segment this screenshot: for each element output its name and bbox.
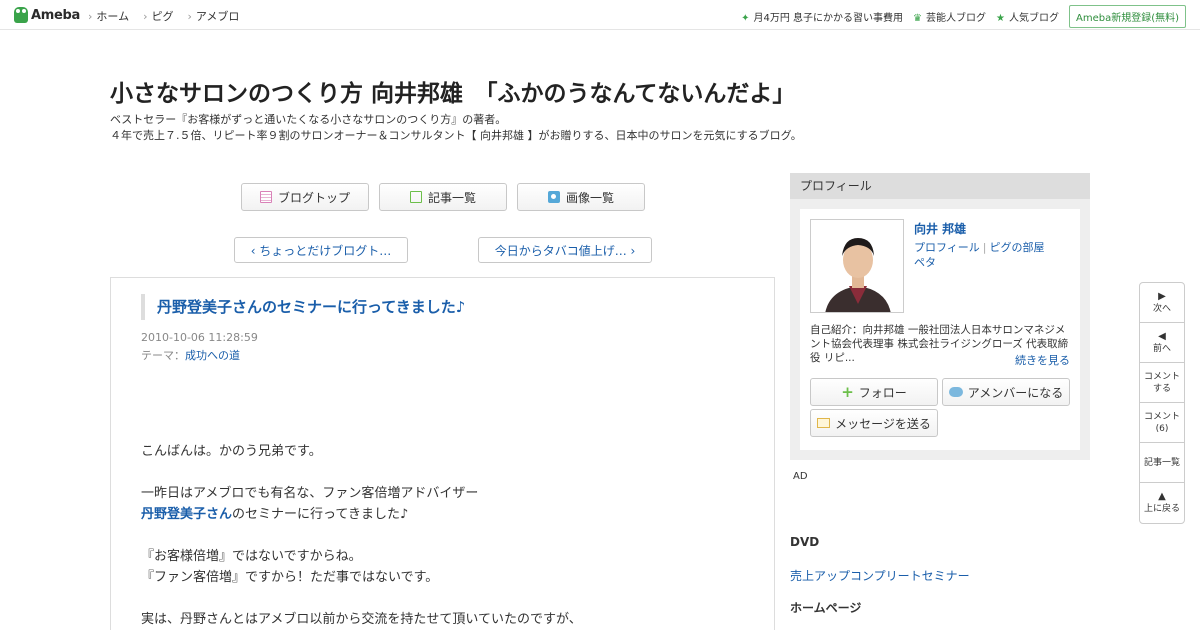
article: 丹野登美子さんのセミナーに行ってきました♪ 2010-10-06 11:28:5… bbox=[110, 277, 775, 630]
logo-text: Ameba bbox=[31, 7, 81, 23]
tanno-link[interactable]: 丹野登美子さん bbox=[141, 507, 232, 522]
global-nav: Ameba ホーム ピグ アメブロ ✦月4万円 息子にかかる習い事費用 ♛芸能人… bbox=[0, 0, 1200, 30]
theme-link[interactable]: 成功への道 bbox=[185, 349, 240, 362]
amember-button[interactable]: アメンバーになる bbox=[942, 378, 1070, 406]
document-icon bbox=[409, 191, 422, 203]
celebrity-blog-link[interactable]: ♛ 芸能人ブログ bbox=[913, 9, 986, 24]
chat-bubble-icon bbox=[948, 387, 963, 397]
triangle-left-icon: ◀ bbox=[1158, 330, 1166, 342]
blog-top-label: ブログトップ bbox=[277, 190, 350, 205]
back-to-top-label: 上に戻る bbox=[1143, 504, 1180, 514]
global-nav-right: ✦ 月4万円 息子にかかる習い事費用 ♛ 芸能人ブログ ★ 人気ブログ Ameba新規… bbox=[741, 5, 1186, 28]
article-paragraph: こんばんは。かのう兄弟です。 bbox=[141, 444, 322, 459]
dvd-link[interactable]: 売上アップコンプリートセミナー bbox=[790, 567, 970, 584]
prev-label: 前へ bbox=[1152, 343, 1171, 354]
triangle-right-icon: ▶ bbox=[1158, 290, 1166, 302]
article-paragraph: 一昨日はアメブロでも有名な、ファン客倍増アドバイザー 丹野登美子さんのセミナーに… bbox=[141, 486, 479, 522]
amember-label: アメンバーになる bbox=[967, 385, 1064, 400]
image-list-label: 画像一覧 bbox=[565, 190, 614, 205]
star-icon: ★ bbox=[996, 13, 1005, 24]
profile-box: プロフィール 向井 邦雄 プロフィール | ピグの部屋 ペタ 自己紹介：向井邦雄 一… bbox=[790, 173, 1090, 460]
plus-icon: + bbox=[841, 383, 854, 401]
blog-description-line: ベストセラー『お客様がずっと通いたくなる小さなサロンのつくり方』の著者。 bbox=[110, 113, 507, 126]
article-theme: テーマ：成功への道 bbox=[141, 347, 240, 363]
crown-icon: ♛ bbox=[913, 13, 923, 24]
comments-count: (6) bbox=[1155, 423, 1169, 434]
floating-nav: ▶ 次へ ◀ 前へ コメント する コメント (6) 記事一覧 ▲ 上に戻る bbox=[1139, 282, 1185, 524]
comments-label: コメント bbox=[1143, 411, 1180, 422]
popular-blog-link[interactable]: ★ 人気ブログ bbox=[996, 9, 1059, 24]
promo-link[interactable]: ✦ 月4万円 息子にかかる習い事費用 bbox=[741, 9, 903, 24]
envelope-icon bbox=[817, 418, 831, 428]
nav-pigg-link[interactable]: ピグ bbox=[143, 8, 173, 24]
follow-button[interactable]: + フォロー bbox=[810, 378, 938, 406]
message-label: メッセージを送る bbox=[835, 416, 931, 431]
blog-description-line: ４年で売上７.５倍、リピート率９割のサロンオーナー＆コンサルタント【 向井邦雄 … bbox=[110, 129, 802, 142]
prev-button[interactable]: ◀ 前へ bbox=[1140, 323, 1184, 363]
divider: | bbox=[982, 241, 987, 254]
next-label: 次へ bbox=[1152, 303, 1171, 314]
pigg-room-link[interactable]: ピグの部屋 bbox=[990, 241, 1045, 254]
triangle-up-icon: ▲ bbox=[1158, 491, 1166, 502]
avatar[interactable] bbox=[810, 219, 904, 313]
nav-home-link[interactable]: ホーム bbox=[88, 8, 129, 24]
article-list-button[interactable]: 記事一覧 bbox=[379, 183, 507, 211]
ameba-logo[interactable]: Ameba bbox=[14, 6, 80, 24]
camera-icon bbox=[547, 191, 560, 203]
image-list-button[interactable]: 画像一覧 bbox=[517, 183, 645, 211]
article-list-label: 記事一覧 bbox=[427, 190, 476, 205]
prev-article-button[interactable]: ‹ ちょっとだけブログト… bbox=[234, 237, 408, 263]
article-title[interactable]: 丹野登美子さんのセミナーに行ってきました♪ bbox=[141, 294, 465, 320]
blog-title[interactable]: 小さなサロンのつくり方 向井邦雄 「ふかのうなんてないんだよ」 bbox=[110, 74, 795, 108]
register-button[interactable]: Ameba新規登録(無料) bbox=[1068, 5, 1186, 28]
article-body: こんばんは。かのう兄弟です。 一昨日はアメブロでも有名な、ファン客倍増アドバイザ… bbox=[141, 441, 761, 630]
ad-label: AD bbox=[793, 471, 808, 482]
comment-label: コメント する bbox=[1143, 371, 1180, 394]
profile-card: 向井 邦雄 プロフィール | ピグの部屋 ペタ 自己紹介：向井邦雄 一般社団法人日本… bbox=[800, 209, 1080, 450]
profile-header: プロフィール bbox=[790, 173, 1090, 199]
next-article-button[interactable]: 今日からタバコ値上げ… › bbox=[478, 237, 652, 263]
theme-label: テーマ： bbox=[141, 349, 185, 362]
comments-button[interactable]: コメント (6) bbox=[1140, 403, 1184, 443]
profile-link[interactable]: プロフィール bbox=[914, 241, 980, 254]
comment-button[interactable]: コメント する bbox=[1140, 363, 1184, 403]
article-paragraph: 実は、丹野さんとはアメブロ以前から交流を持たせて頂いていたのですが、 bbox=[141, 612, 582, 627]
next-button[interactable]: ▶ 次へ bbox=[1140, 283, 1184, 323]
avatar-photo bbox=[811, 220, 903, 312]
profile-name[interactable]: 向井 邦雄 bbox=[914, 220, 966, 237]
profile-links: プロフィール | ピグの部屋 ペタ bbox=[914, 240, 1045, 270]
article-list-float-label: 記事一覧 bbox=[1143, 457, 1180, 468]
sparkle-icon: ✦ bbox=[741, 13, 750, 24]
article-list-float-button[interactable]: 記事一覧 bbox=[1140, 443, 1184, 483]
dvd-heading: DVD bbox=[790, 535, 820, 549]
follow-label: フォロー bbox=[858, 385, 907, 400]
read-more-link[interactable]: 続きを見る bbox=[1015, 352, 1070, 368]
nav-ameblo-link[interactable]: アメブロ bbox=[187, 8, 239, 24]
blog-top-icon bbox=[259, 191, 272, 203]
global-nav-links: ホーム ピグ アメブロ bbox=[88, 8, 239, 24]
blog-nav-buttons: ブログトップ 記事一覧 画像一覧 bbox=[241, 183, 645, 211]
article-paragraph: 『お客様倍増』ではないですからね。 『ファン客倍増』ですから！ただ事ではないです… bbox=[141, 549, 439, 585]
article-date: 2010-10-06 11:28:59 bbox=[141, 331, 258, 344]
peta-link[interactable]: ペタ bbox=[914, 256, 936, 269]
blog-top-button[interactable]: ブログトップ bbox=[241, 183, 369, 211]
blog-description: ベストセラー『お客様がずっと通いたくなる小さなサロンのつくり方』の著者。 ４年で… bbox=[110, 112, 802, 144]
ameba-frog-icon bbox=[14, 7, 28, 23]
message-button[interactable]: メッセージを送る bbox=[810, 409, 938, 437]
back-to-top-button[interactable]: ▲ 上に戻る bbox=[1140, 483, 1184, 523]
homepage-heading: ホームページ bbox=[790, 601, 862, 615]
